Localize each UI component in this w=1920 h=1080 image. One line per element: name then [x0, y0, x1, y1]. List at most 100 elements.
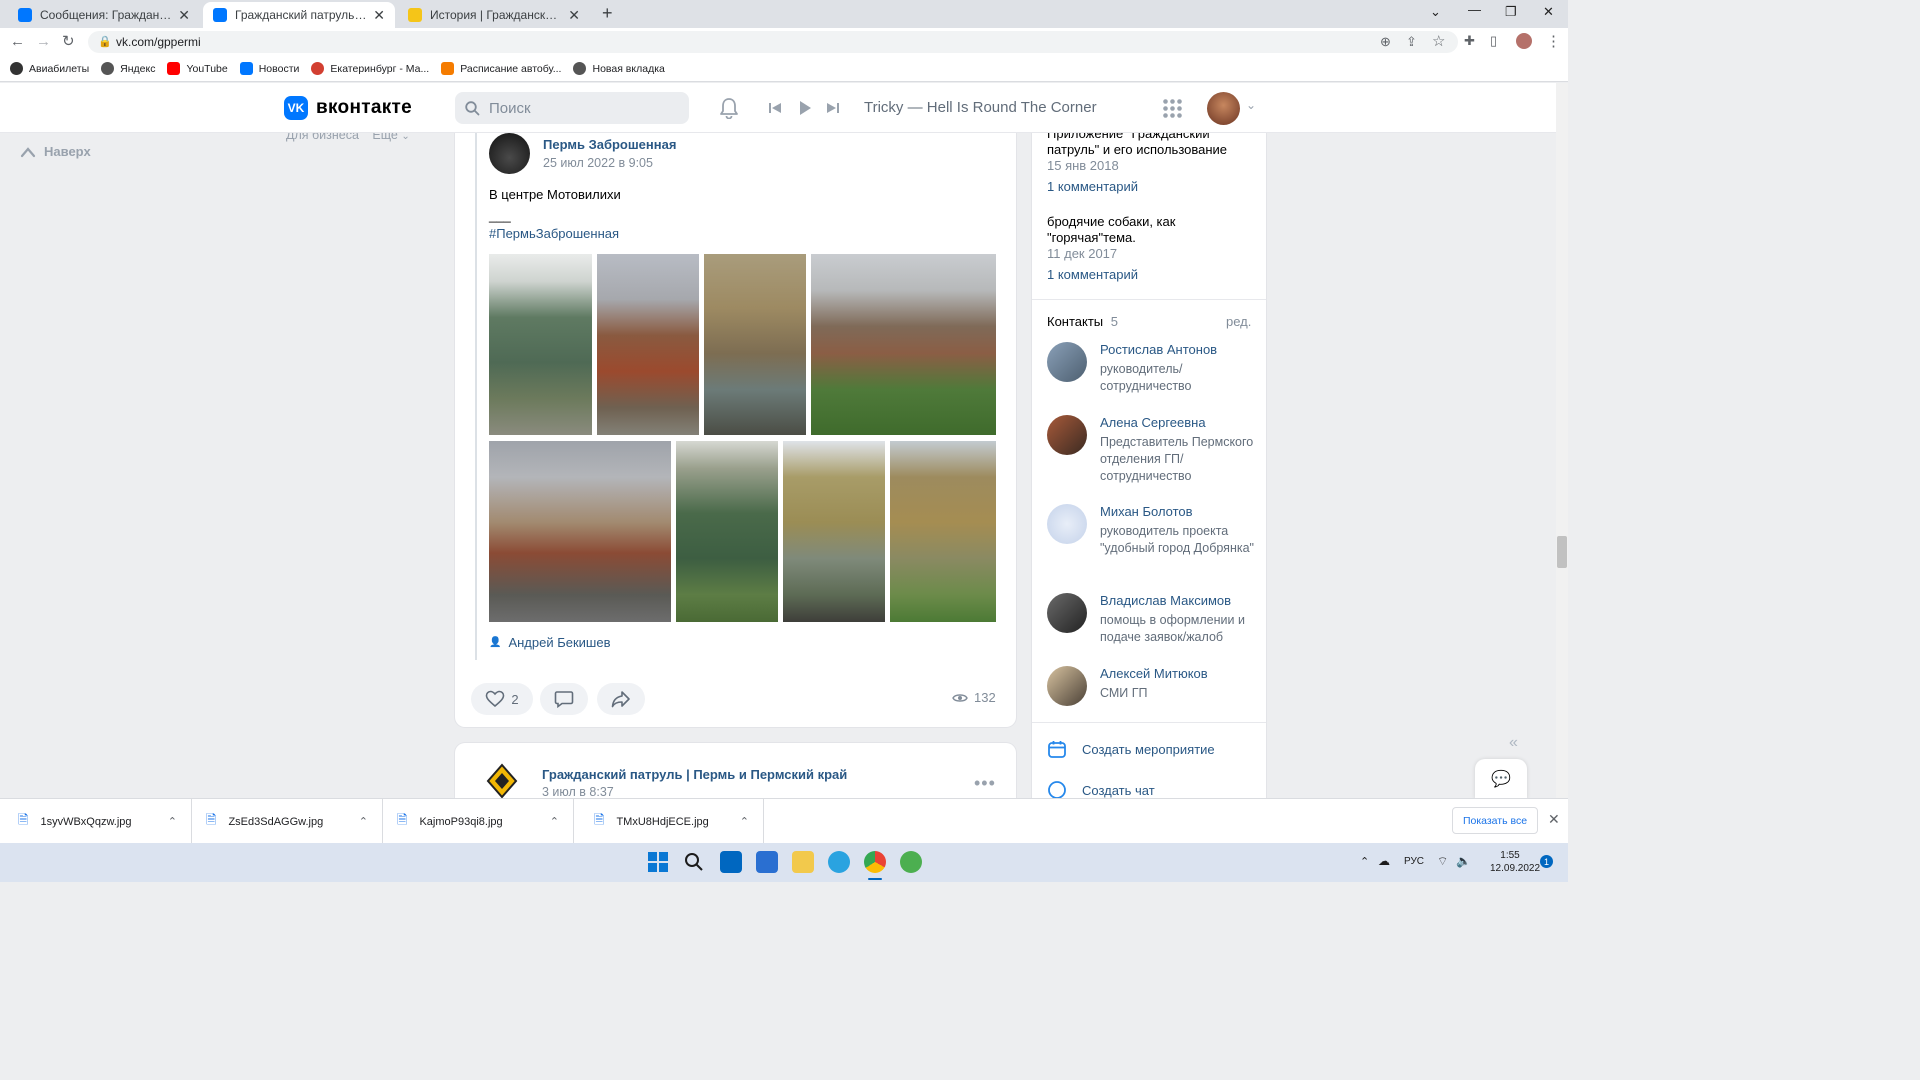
- mail-icon[interactable]: [756, 851, 778, 873]
- comment-button[interactable]: [540, 683, 588, 715]
- close-tab-icon[interactable]: ✕: [373, 7, 385, 24]
- post-photo[interactable]: [704, 254, 806, 435]
- chevron-up-icon[interactable]: ⌃: [168, 815, 177, 828]
- bookmark-yandex[interactable]: Яндекс: [101, 62, 155, 75]
- side-panel-icon[interactable]: ▯: [1490, 33, 1497, 49]
- post-photo[interactable]: [489, 254, 592, 435]
- chevron-up-icon[interactable]: ⌃: [740, 815, 749, 828]
- utorrent-icon[interactable]: [900, 851, 922, 873]
- tab-search-chevron-icon[interactable]: ⌄: [1430, 4, 1441, 20]
- user-avatar[interactable]: [1207, 92, 1240, 125]
- browser-menu-icon[interactable]: ⋮: [1546, 32, 1561, 50]
- next-track-icon[interactable]: [826, 101, 840, 115]
- vk-search-input[interactable]: Поиск: [455, 92, 689, 124]
- reload-icon[interactable]: ↻: [62, 32, 75, 50]
- post-menu-icon[interactable]: •••: [974, 773, 996, 794]
- discussion-topic[interactable]: Приложение "Гражданский патруль" и его и…: [1047, 126, 1227, 195]
- group-avatar[interactable]: [482, 761, 522, 801]
- hashtag-link[interactable]: #ПермьЗаброшенная: [489, 226, 619, 241]
- download-item[interactable]: 🗎 KajmoP93qi8.jpg ⌃: [383, 799, 574, 844]
- extensions-icon[interactable]: ✚: [1464, 33, 1475, 49]
- onedrive-cloud-icon[interactable]: ☁: [1378, 854, 1390, 868]
- contacts-header[interactable]: Контакты 5: [1047, 314, 1118, 329]
- bookmark-new-tab[interactable]: Новая вкладка: [573, 62, 665, 75]
- bookmark-raspisanie[interactable]: Расписание автобу...: [441, 62, 561, 75]
- post-date[interactable]: 25 июл 2022 в 9:05: [543, 156, 653, 170]
- bookmark-aviabilety[interactable]: Авиабилеты: [10, 62, 89, 75]
- group-name-link[interactable]: Гражданский патруль | Пермь и Пермский к…: [542, 767, 847, 782]
- collapse-double-chevron-icon[interactable]: «: [1509, 734, 1518, 752]
- source-name-link[interactable]: Пермь Заброшенная: [543, 137, 676, 152]
- like-button[interactable]: 2: [471, 683, 533, 715]
- contact-item[interactable]: Алена Сергеевна Представитель Пермского …: [1047, 415, 1257, 495]
- download-item[interactable]: 🗎 1syvWBxQqzw.jpg ⌃: [0, 799, 192, 844]
- bookmark-star-icon[interactable]: ☆: [1432, 32, 1445, 50]
- edit-contacts-link[interactable]: ред.: [1226, 314, 1251, 329]
- chevron-down-icon[interactable]: ⌄: [1246, 98, 1256, 112]
- profile-avatar[interactable]: [1516, 33, 1532, 49]
- minimize-icon[interactable]: —: [1468, 2, 1481, 17]
- now-playing-track[interactable]: Tricky — Hell Is Round The Corner: [864, 99, 1097, 116]
- vk-logo[interactable]: VK вконтакте: [284, 96, 412, 120]
- post-photo[interactable]: [489, 441, 671, 622]
- messenger-bubble-icon[interactable]: 💬: [1475, 759, 1527, 799]
- url-bar[interactable]: 🔒 vk.com/gppermi: [88, 31, 1458, 53]
- new-tab-plus-icon[interactable]: +: [602, 3, 613, 24]
- telegram-icon[interactable]: [828, 851, 850, 873]
- share-button[interactable]: [597, 683, 645, 715]
- windows-start-icon[interactable]: [648, 852, 668, 872]
- tab-grazhdansky-patrul[interactable]: Гражданский патруль | Пермь и ✕: [203, 2, 395, 28]
- chrome-icon[interactable]: [864, 851, 886, 873]
- contact-item[interactable]: Владислав Максимов помощь в оформлении и…: [1047, 593, 1257, 653]
- bell-icon[interactable]: [719, 97, 739, 119]
- back-icon[interactable]: ←: [10, 33, 25, 50]
- forward-icon[interactable]: →: [36, 33, 51, 50]
- tab-messages[interactable]: Сообщения: Гражданский патр ✕: [8, 2, 200, 28]
- bookmark-youtube[interactable]: YouTube: [167, 62, 228, 75]
- tab-history[interactable]: История | Гражданский патруль ✕: [398, 2, 590, 28]
- post-photo[interactable]: [676, 441, 778, 622]
- task-view-icon[interactable]: [720, 851, 742, 873]
- scrollbar-thumb[interactable]: [1557, 536, 1567, 568]
- notification-badge[interactable]: 1: [1540, 855, 1553, 868]
- post-signer[interactable]: 👤 Андрей Бекишев: [489, 635, 611, 650]
- page-scrollbar[interactable]: [1556, 83, 1568, 798]
- close-window-icon[interactable]: ✕: [1543, 4, 1554, 20]
- wifi-icon[interactable]: ⌔: [1437, 854, 1448, 869]
- post-photo[interactable]: [597, 254, 699, 435]
- close-tab-icon[interactable]: ✕: [178, 7, 190, 24]
- close-downloads-icon[interactable]: ✕: [1548, 811, 1560, 828]
- download-item[interactable]: 🗎 ZsEd3SdAGGw.jpg ⌃: [192, 799, 383, 844]
- chevron-up-icon[interactable]: ⌃: [359, 815, 368, 828]
- bookmark-ekaterinburg[interactable]: Екатеринбург - Ма...: [311, 62, 429, 75]
- zoom-icon[interactable]: ⊕: [1380, 34, 1391, 50]
- previous-track-icon[interactable]: [768, 101, 782, 115]
- create-event-button[interactable]: Создать мероприятие: [1047, 739, 1215, 759]
- back-to-top-button[interactable]: Наверх: [20, 144, 91, 159]
- create-chat-button[interactable]: Создать чат: [1047, 780, 1155, 800]
- post-photo[interactable]: [890, 441, 996, 622]
- apps-grid-icon[interactable]: [1163, 99, 1182, 118]
- play-icon[interactable]: [798, 100, 812, 116]
- close-tab-icon[interactable]: ✕: [568, 7, 580, 24]
- discussion-topic[interactable]: бродячие собаки, как "горячая"тема. 11 д…: [1047, 214, 1175, 283]
- language-indicator[interactable]: РУС: [1404, 856, 1424, 867]
- contact-item[interactable]: Ростислав Антонов руководитель/ сотрудни…: [1047, 342, 1257, 402]
- post-photo[interactable]: [811, 254, 996, 435]
- tray-chevron-up-icon[interactable]: ⌃: [1360, 855, 1369, 868]
- contact-item[interactable]: Михан Болотов руководитель проекта "удоб…: [1047, 504, 1257, 584]
- maximize-icon[interactable]: ❐: [1505, 4, 1517, 20]
- source-avatar[interactable]: [489, 133, 530, 174]
- search-icon[interactable]: [684, 852, 704, 872]
- chevron-up-icon[interactable]: ⌃: [550, 815, 559, 828]
- share-icon[interactable]: ⇪: [1406, 34, 1417, 50]
- show-all-downloads-button[interactable]: Показать все: [1452, 807, 1538, 834]
- volume-icon[interactable]: 🔈: [1456, 854, 1471, 868]
- clock[interactable]: 1:55 12.09.2022: [1490, 849, 1540, 875]
- download-item[interactable]: 🗎 TMxU8HdjECE.jpg ⌃: [574, 799, 764, 844]
- file-explorer-icon[interactable]: [792, 851, 814, 873]
- bookmark-novosti[interactable]: Новости: [239, 62, 299, 75]
- contact-item[interactable]: Алексей Митюков СМИ ГП: [1047, 666, 1257, 711]
- post-photo[interactable]: [783, 441, 885, 622]
- post-date[interactable]: 3 июл в 8:37: [542, 785, 614, 799]
